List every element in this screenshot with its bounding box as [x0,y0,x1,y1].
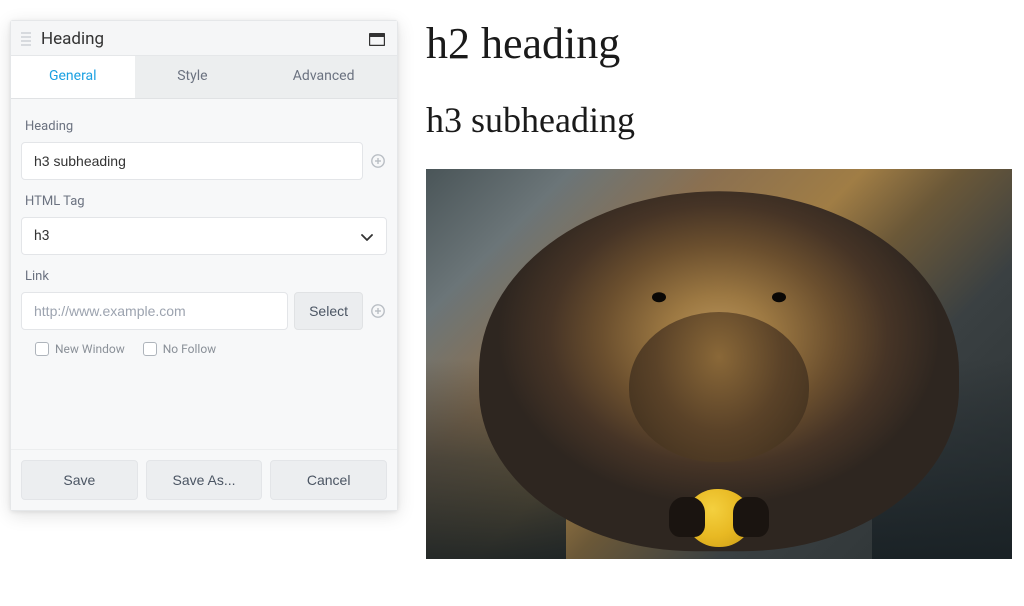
heading-field-label: Heading [25,119,383,134]
link-options-row: New Window No Follow [21,340,387,362]
htmltag-select-wrapper: h3 [21,217,387,255]
add-link-icon[interactable] [369,302,387,320]
link-select-button[interactable]: Select [294,292,363,330]
new-window-checkbox[interactable]: New Window [35,342,125,356]
link-input[interactable] [21,292,288,330]
no-follow-checkbox[interactable]: No Follow [143,342,216,356]
htmltag-field-row: h3 [21,217,387,255]
beaver-eye [772,292,786,302]
beaver-paws [669,497,769,537]
panel-body: Heading HTML Tag h3 Link Select [11,99,397,449]
cancel-button[interactable]: Cancel [270,460,387,500]
link-field-row: Select [21,292,387,330]
panel-footer: Save Save As... Cancel [11,449,397,510]
heading-input[interactable] [21,142,363,180]
heading-field-row [21,142,387,180]
htmltag-select[interactable]: h3 [21,217,387,255]
link-field-label: Link [25,269,383,284]
beaver-eye [652,292,666,302]
tab-style[interactable]: Style [135,56,251,98]
checkbox-icon [35,342,49,356]
checkbox-icon [143,342,157,356]
add-heading-icon[interactable] [369,152,387,170]
no-follow-label: No Follow [163,342,216,356]
save-as-button[interactable]: Save As... [146,460,263,500]
paw-icon [669,497,705,537]
save-button[interactable]: Save [21,460,138,500]
preview-image[interactable] [426,169,1012,559]
panel-title: Heading [41,29,369,49]
preview-h2-heading[interactable]: h2 heading [426,18,1016,69]
panel-header: Heading [11,21,397,56]
drag-handle-icon[interactable] [21,30,33,48]
tab-advanced[interactable]: Advanced [250,56,397,98]
new-window-label: New Window [55,342,125,356]
page-preview: h2 heading h3 subheading [426,10,1016,559]
settings-tabs: General Style Advanced [11,56,397,99]
preview-h3-heading[interactable]: h3 subheading [426,99,1016,141]
heading-settings-panel: Heading General Style Advanced Heading H… [10,20,398,511]
tab-general[interactable]: General [11,56,135,98]
paw-icon [733,497,769,537]
beaver-face [629,312,809,462]
htmltag-field-label: HTML Tag [25,194,383,209]
responsive-toggle-icon[interactable] [369,32,385,46]
